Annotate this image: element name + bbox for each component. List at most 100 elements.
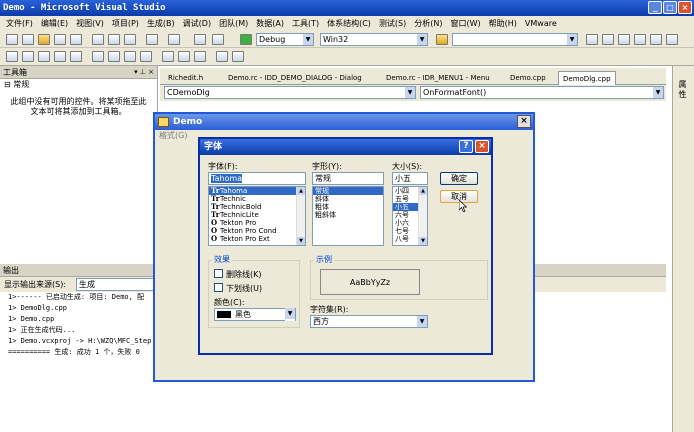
center-horizontal-icon[interactable] (108, 51, 120, 62)
maximize-button[interactable]: □ (663, 1, 677, 14)
find-combo[interactable]: ▼ (452, 33, 578, 46)
arrow-up-icon[interactable]: ▲ (419, 187, 427, 195)
help-button[interactable]: ? (459, 140, 473, 153)
pin-icon[interactable]: ▾ ⊥ × (134, 66, 154, 79)
properties-tab[interactable]: 属性 (679, 80, 689, 100)
list-item[interactable]: 粗斜体 (313, 211, 383, 219)
underline-checkbox[interactable] (214, 283, 223, 292)
menu-help[interactable]: 帮助(H) (485, 18, 521, 29)
menu-edit[interactable]: 编辑(E) (37, 18, 72, 29)
demo-close-button[interactable]: × (517, 115, 531, 128)
start-debug-icon[interactable] (240, 34, 252, 45)
object-browser-icon[interactable] (618, 34, 630, 45)
save-all-icon[interactable] (70, 34, 82, 45)
platform-combo[interactable]: Win32 ▼ (320, 33, 428, 46)
space-down-icon[interactable] (140, 51, 152, 62)
style-input[interactable]: 常规 (312, 172, 384, 185)
properties-icon[interactable] (602, 34, 614, 45)
color-combo[interactable]: 黑色 ▼ (214, 308, 296, 321)
redo-icon[interactable] (168, 34, 180, 45)
navigate-forward-icon[interactable] (212, 34, 224, 45)
toolbox-icon[interactable] (634, 34, 646, 45)
solution-explorer-icon[interactable] (586, 34, 598, 45)
font-list[interactable]: TrTahoma TrTechnic TrTechnicBold TrTechn… (208, 186, 306, 246)
list-item[interactable]: 常规 (313, 187, 383, 195)
font-dialog-title: 字体 (204, 142, 223, 152)
list-item[interactable]: O Tekton Pro Cond (209, 227, 305, 236)
space-across-icon[interactable] (124, 51, 136, 62)
align-left-icon[interactable] (22, 51, 34, 62)
close-button[interactable]: × (678, 1, 692, 14)
menu-file[interactable]: 文件(F) (2, 18, 37, 29)
font-list-scrollbar[interactable]: ▲ ▼ (296, 187, 305, 245)
arrow-down-icon[interactable]: ▼ (419, 237, 427, 245)
strikeout-checkbox[interactable] (214, 269, 223, 278)
add-item-icon[interactable] (22, 34, 34, 45)
align-right-icon[interactable] (38, 51, 50, 62)
menu-vmware[interactable]: VMware (521, 19, 561, 28)
configuration-combo[interactable]: Debug ▼ (256, 33, 314, 46)
font-close-button[interactable]: × (475, 140, 489, 153)
color-label: 颜色(C): (214, 298, 245, 307)
style-list[interactable]: 常规 斜体 粗体 粗斜体 (312, 186, 384, 246)
tab-demodlg-cpp[interactable]: DemoDlg.cpp (558, 71, 616, 85)
toggle-grid-icon[interactable] (216, 51, 228, 62)
minimize-button[interactable]: _ (648, 1, 662, 14)
save-icon[interactable] (54, 34, 66, 45)
center-vertical-icon[interactable] (92, 51, 104, 62)
new-project-icon[interactable] (6, 34, 18, 45)
arrow-up-icon[interactable]: ▲ (297, 187, 305, 195)
menu-tools[interactable]: 工具(T) (288, 18, 323, 29)
menu-format[interactable]: 格式(G) (159, 131, 187, 140)
menu-analyze[interactable]: 分析(N) (410, 18, 446, 29)
output-source-combo[interactable]: 生成 (76, 278, 156, 291)
menu-team[interactable]: 团队(M) (215, 18, 252, 29)
tab-demo-cpp[interactable]: Demo.cpp (506, 71, 550, 85)
cut-icon[interactable] (92, 34, 104, 45)
align-top-icon[interactable] (54, 51, 66, 62)
menu-data[interactable]: 数据(A) (252, 18, 288, 29)
align-bottom-icon[interactable] (70, 51, 82, 62)
list-item[interactable]: TrTechnicLite (209, 211, 305, 220)
ok-button[interactable]: 确定 (440, 172, 478, 185)
list-item[interactable]: 粗体 (313, 203, 383, 211)
navigate-back-icon[interactable] (194, 34, 206, 45)
make-same-width-icon[interactable] (162, 51, 174, 62)
menu-debug[interactable]: 调试(D) (179, 18, 215, 29)
menu-view[interactable]: 视图(V) (72, 18, 108, 29)
list-item[interactable]: TrTechnic (209, 195, 305, 204)
arrow-down-icon[interactable]: ▼ (297, 237, 305, 245)
list-item[interactable]: O Tekton Pro (209, 219, 305, 228)
copy-icon[interactable] (108, 34, 120, 45)
toggle-guides-icon[interactable] (232, 51, 244, 62)
start-page-icon[interactable] (666, 34, 678, 45)
tab-demo-rc-menu[interactable]: Demo.rc - IDR_MENU1 - Menu (382, 71, 494, 85)
size-list[interactable]: 小四 五号 小五 六号 小六 七号 八号 ▲ ▼ (392, 186, 428, 246)
test-dialog-icon[interactable] (6, 51, 18, 62)
size-list-scrollbar[interactable]: ▲ ▼ (418, 187, 427, 245)
tab-richedit-h[interactable]: Richedit.h (164, 71, 207, 85)
find-in-files-icon[interactable] (436, 34, 448, 45)
open-folder-icon[interactable] (38, 34, 50, 45)
list-item[interactable]: TrTechnicBold (209, 203, 305, 212)
list-item[interactable]: O Tekton Pro Ext (209, 235, 305, 244)
menu-test[interactable]: 测试(S) (375, 18, 410, 29)
menu-window[interactable]: 窗口(W) (446, 18, 484, 29)
size-input[interactable]: 小五 (392, 172, 428, 185)
method-combo[interactable]: OnFormatFont() ▼ (420, 86, 664, 99)
tab-demo-rc-dialog[interactable]: Demo.rc - IDD_DEMO_DIALOG - Dialog (224, 71, 366, 85)
menu-project[interactable]: 项目(P) (108, 18, 143, 29)
class-combo[interactable]: CDemoDlg ▼ (164, 86, 416, 99)
paste-icon[interactable] (124, 34, 136, 45)
make-same-size-icon[interactable] (194, 51, 206, 62)
extension-manager-icon[interactable] (650, 34, 662, 45)
menu-architecture[interactable]: 体系结构(C) (323, 18, 375, 29)
list-item[interactable]: TrTahoma (209, 187, 305, 195)
undo-icon[interactable] (146, 34, 158, 45)
font-input[interactable]: Tahoma (208, 172, 306, 185)
make-same-height-icon[interactable] (178, 51, 190, 62)
menu-build[interactable]: 生成(B) (143, 18, 179, 29)
list-item[interactable]: 斜体 (313, 195, 383, 203)
charset-combo[interactable]: 西方 ▼ (310, 315, 428, 328)
toolbox-group[interactable]: ⊟ 常规 (0, 79, 157, 91)
